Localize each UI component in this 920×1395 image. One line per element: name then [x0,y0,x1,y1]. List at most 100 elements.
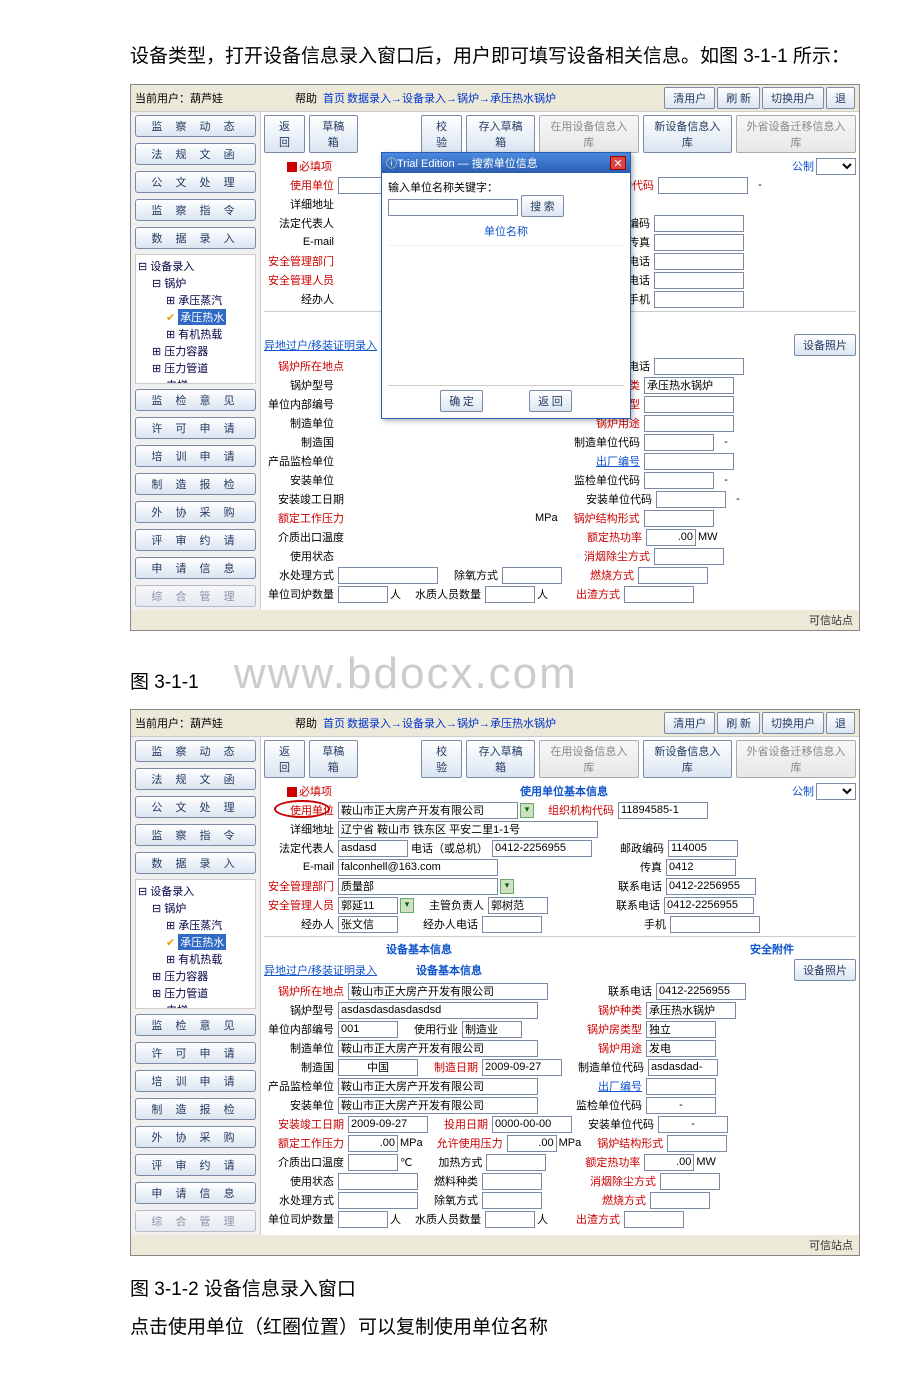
search-icon-4[interactable]: ▾ [400,898,414,913]
nav-tree[interactable]: ⊟ 设备录入 ⊟ 锅炉 ⊞ 承压蒸汽 ✔ 承压热水 ⊞ 有机热载 ⊞ 压力容器 … [135,254,256,384]
search-icon-3[interactable]: ▾ [500,879,514,894]
refresh-button-2[interactable]: 刷 新 [717,712,760,734]
mobile-input-2[interactable] [670,916,760,933]
newdev-button-2[interactable]: 新设备信息入库 [643,740,732,778]
mgr-input[interactable] [488,897,548,914]
dialog-search-button[interactable]: 搜 索 [521,195,564,217]
side-gongwen[interactable]: 公 文 处 理 [135,171,256,193]
addr-input[interactable] [338,821,598,838]
furnace-input[interactable] [338,586,388,603]
chimney-input-2[interactable] [624,1211,684,1228]
org-code-input[interactable] [658,177,748,194]
supcode-input[interactable] [644,472,714,489]
back-button-2[interactable]: 返 回 [264,740,305,778]
side-zhizao[interactable]: 制 造 报 检 [135,473,256,495]
pdate-input[interactable] [492,1116,572,1133]
loc-tel-input[interactable] [654,358,744,375]
exit-button-2[interactable]: 退 [826,712,855,734]
tel-input-2[interactable] [666,878,756,895]
help-link-2[interactable]: 帮助 [295,715,317,731]
mobile-input[interactable] [654,291,744,308]
handler-tel-input[interactable] [482,916,542,933]
newdev-button[interactable]: 新设备信息入库 [643,115,732,153]
clear-user-button[interactable]: 清用户 [664,87,715,109]
use-unit-input-2[interactable] [338,802,518,819]
use-unit-label[interactable]: 使用单位 [264,177,336,193]
idate-input[interactable] [348,1116,428,1133]
deo2-input-2[interactable] [482,1192,542,1209]
unit-system-select[interactable] [816,158,856,175]
tel2-input[interactable] [654,272,744,289]
dialog-back-button[interactable]: 返 回 [529,390,572,412]
mfr-input[interactable] [338,1040,538,1057]
fuel-input[interactable] [482,1173,542,1190]
clear-user-button-2[interactable]: 清用户 [664,712,715,734]
side-jiancha-dongtai[interactable]: 监 察 动 态 [135,115,256,137]
draft-button[interactable]: 草稿箱 [309,115,358,153]
check-button-2[interactable]: 校 验 [421,740,462,778]
save-draft-button[interactable]: 存入草稿箱 [466,115,535,153]
inst-input[interactable] [338,1097,538,1114]
legal-input[interactable] [338,840,408,857]
factory-input-2[interactable] [646,1078,716,1095]
save-draft-button-2[interactable]: 存入草稿箱 [466,740,535,778]
furnace-input-2[interactable] [338,1211,388,1228]
check-button[interactable]: 校 验 [421,115,462,153]
room-input-2[interactable] [646,1021,716,1038]
rp-input[interactable] [348,1135,398,1152]
switch-user-button[interactable]: 切换用户 [762,87,824,109]
unit-system-select-2[interactable] [816,783,856,800]
ind-input[interactable] [462,1021,522,1038]
mfrdate-input[interactable] [482,1059,562,1076]
side-xuke[interactable]: 许 可 申 请 [135,417,256,439]
email-input[interactable] [338,859,498,876]
factory-no-link[interactable]: 出厂编号 [570,453,642,469]
breadcrumb-2[interactable]: 首页 数据录入→设备录入→锅炉→承压热水锅炉 [323,715,556,731]
sup-input[interactable] [338,1078,538,1095]
dialog-keyword-input[interactable] [388,199,518,216]
power-input-2[interactable] [644,1154,694,1171]
dept-input[interactable] [338,878,498,895]
safe-person-input[interactable] [338,897,398,914]
pp-input[interactable] [507,1135,557,1152]
mfrcode-input[interactable] [644,434,714,451]
switch-user-button-2[interactable]: 切换用户 [762,712,824,734]
post-input[interactable] [654,215,744,232]
state-input[interactable] [338,1173,418,1190]
room-input[interactable] [644,396,734,413]
power-input[interactable] [646,529,696,546]
factory-input[interactable] [644,453,734,470]
dust-input[interactable] [654,548,724,565]
factory-no-link-2[interactable]: 出厂编号 [572,1078,644,1094]
staff-input-2[interactable] [485,1211,535,1228]
struct-input[interactable] [644,510,714,527]
nav-tree-2[interactable]: ⊟ 设备录入 ⊟ 锅炉 ⊞ 承压蒸汽 ✔ 承压热水 ⊞ 有机热载 ⊞ 压力容器 … [135,879,256,1009]
close-icon[interactable]: ✕ [610,156,626,170]
transfer-link-2[interactable]: 异地过户/移装证明录入 [264,962,414,978]
burn-input[interactable] [638,567,708,584]
instcode-input[interactable] [656,491,726,508]
side-fagui[interactable]: 法 规 文 函 [135,143,256,165]
dialog-ok-button[interactable]: 确 定 [440,390,483,412]
side-pingshen[interactable]: 评 审 约 请 [135,529,256,551]
mfrcode-input-2[interactable] [648,1059,718,1076]
dev-photo-button-2[interactable]: 设备照片 [794,959,856,981]
loc-input[interactable] [348,983,548,1000]
water-input[interactable] [338,567,438,584]
use-input-2[interactable] [646,1040,716,1057]
draft-button-2[interactable]: 草稿箱 [309,740,358,778]
help-link[interactable]: 帮助 [295,90,317,106]
chimney-input[interactable] [624,586,694,603]
side-waixie[interactable]: 外 协 采 购 [135,501,256,523]
tel2-input-2[interactable] [664,897,754,914]
heat-input[interactable] [486,1154,546,1171]
struct-input-2[interactable] [667,1135,727,1152]
search-icon-2[interactable]: ▾ [520,803,534,818]
side-jiancha-zhiling[interactable]: 监 察 指 令 [135,199,256,221]
burn-input-2[interactable] [650,1192,710,1209]
supcode-input-2[interactable] [646,1097,716,1114]
temp-input[interactable] [348,1154,398,1171]
side-peixun[interactable]: 培 训 申 请 [135,445,256,467]
side-zonghe[interactable]: 综 合 管 理 [135,585,256,607]
water-input-2[interactable] [338,1192,418,1209]
